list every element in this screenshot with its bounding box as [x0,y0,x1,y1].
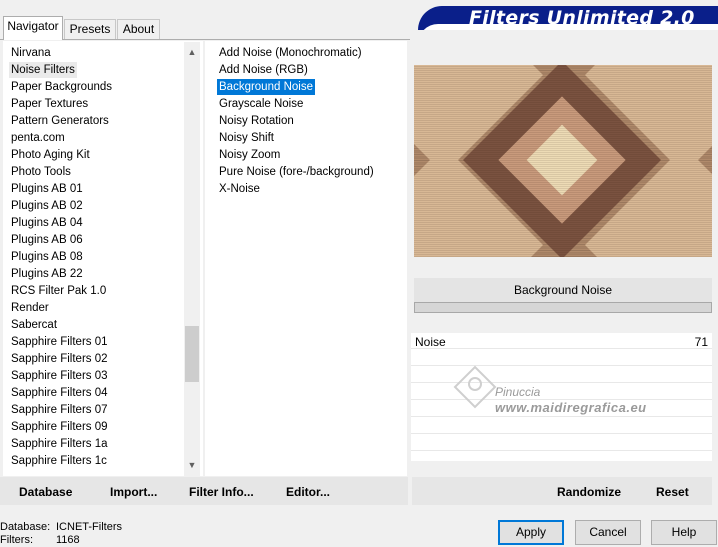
filter-item[interactable]: Add Noise (Monochromatic) [217,45,364,61]
category-item[interactable]: Plugins AB 08 [9,249,85,265]
filter-item[interactable]: X-Noise [217,181,262,197]
database-button[interactable]: Database [19,485,72,499]
filter-item[interactable]: Background Noise [217,79,315,95]
watermark-logo-icon [453,365,497,409]
category-item[interactable]: Plugins AB 01 [9,181,85,197]
category-item[interactable]: Sapphire Filters 1c [9,453,109,469]
parameter-label: Noise [415,335,446,349]
category-item[interactable]: Photo Aging Kit [9,147,92,163]
help-button[interactable]: Help [651,520,717,545]
category-item[interactable]: Plugins AB 06 [9,232,85,248]
filter-info-button[interactable]: Filter Info... [189,485,254,499]
category-item[interactable]: Sapphire Filters 04 [9,385,110,401]
app-title: Filters Unlimited 2.0 [469,7,695,29]
category-item[interactable]: Sapphire Filters 1a [9,436,110,452]
import-button[interactable]: Import... [110,485,157,499]
preview-progress [414,302,712,313]
category-item[interactable]: Plugins AB 22 [9,266,85,282]
database-value: ICNET-Filters [56,521,122,533]
category-item[interactable]: penta.com [9,130,67,146]
filter-item[interactable]: Noisy Shift [217,130,276,146]
tab-navigator[interactable]: Navigator [3,16,63,40]
tab-about[interactable]: About [117,19,160,39]
category-item[interactable]: Photo Tools [9,164,73,180]
category-item[interactable]: Sapphire Filters 01 [9,334,110,350]
cancel-button[interactable]: Cancel [575,520,641,545]
empty-row [411,435,712,451]
category-item[interactable]: RCS Filter Pak 1.0 [9,283,108,299]
tab-presets[interactable]: Presets [64,19,116,39]
category-scrollbar[interactable]: ▲ ▼ [184,42,200,476]
category-item[interactable]: Sabercat [9,317,59,333]
filters-label: Filters: [0,534,33,546]
apply-button[interactable]: Apply [498,520,564,545]
randomize-button[interactable]: Randomize [557,485,621,499]
filter-item[interactable]: Noisy Zoom [217,147,282,163]
category-item[interactable]: Sapphire Filters 09 [9,419,110,435]
preview-filter-name: Background Noise [414,278,712,302]
category-item[interactable]: Sapphire Filters 07 [9,402,110,418]
scroll-thumb[interactable] [185,326,199,382]
watermark-url: www.maidiregrafica.eu [495,400,647,415]
category-item[interactable]: Pattern Generators [9,113,111,129]
chevron-down-icon[interactable]: ▼ [184,457,200,474]
category-item[interactable]: Paper Backgrounds [9,79,114,95]
filter-item[interactable]: Noisy Rotation [217,113,296,129]
parameter-value[interactable]: 71 [695,335,708,349]
chevron-up-icon[interactable]: ▲ [184,44,200,61]
database-label: Database: [0,521,51,533]
category-item[interactable]: Sapphire Filters 03 [9,368,110,384]
editor-button[interactable]: Editor... [286,485,330,499]
category-item[interactable]: Plugins AB 02 [9,198,85,214]
empty-row [411,418,712,434]
category-item[interactable]: Sapphire Filters 02 [9,351,110,367]
filter-item[interactable]: Grayscale Noise [217,96,305,112]
filter-item[interactable]: Pure Noise (fore-/background) [217,164,376,180]
category-item[interactable]: Paper Textures [9,96,90,112]
parameter-row[interactable]: Noise 71 [411,333,712,349]
category-item[interactable]: Render [9,300,51,316]
reset-button[interactable]: Reset [656,485,689,499]
category-item[interactable]: Nirvana [9,45,53,61]
category-item[interactable]: Noise Filters [9,62,77,78]
preview-image [414,65,712,257]
filter-item[interactable]: Add Noise (RGB) [217,62,310,78]
category-item[interactable]: Plugins AB 04 [9,215,85,231]
watermark-name: Pinuccia [495,385,541,399]
filters-count: 1168 [56,534,80,546]
